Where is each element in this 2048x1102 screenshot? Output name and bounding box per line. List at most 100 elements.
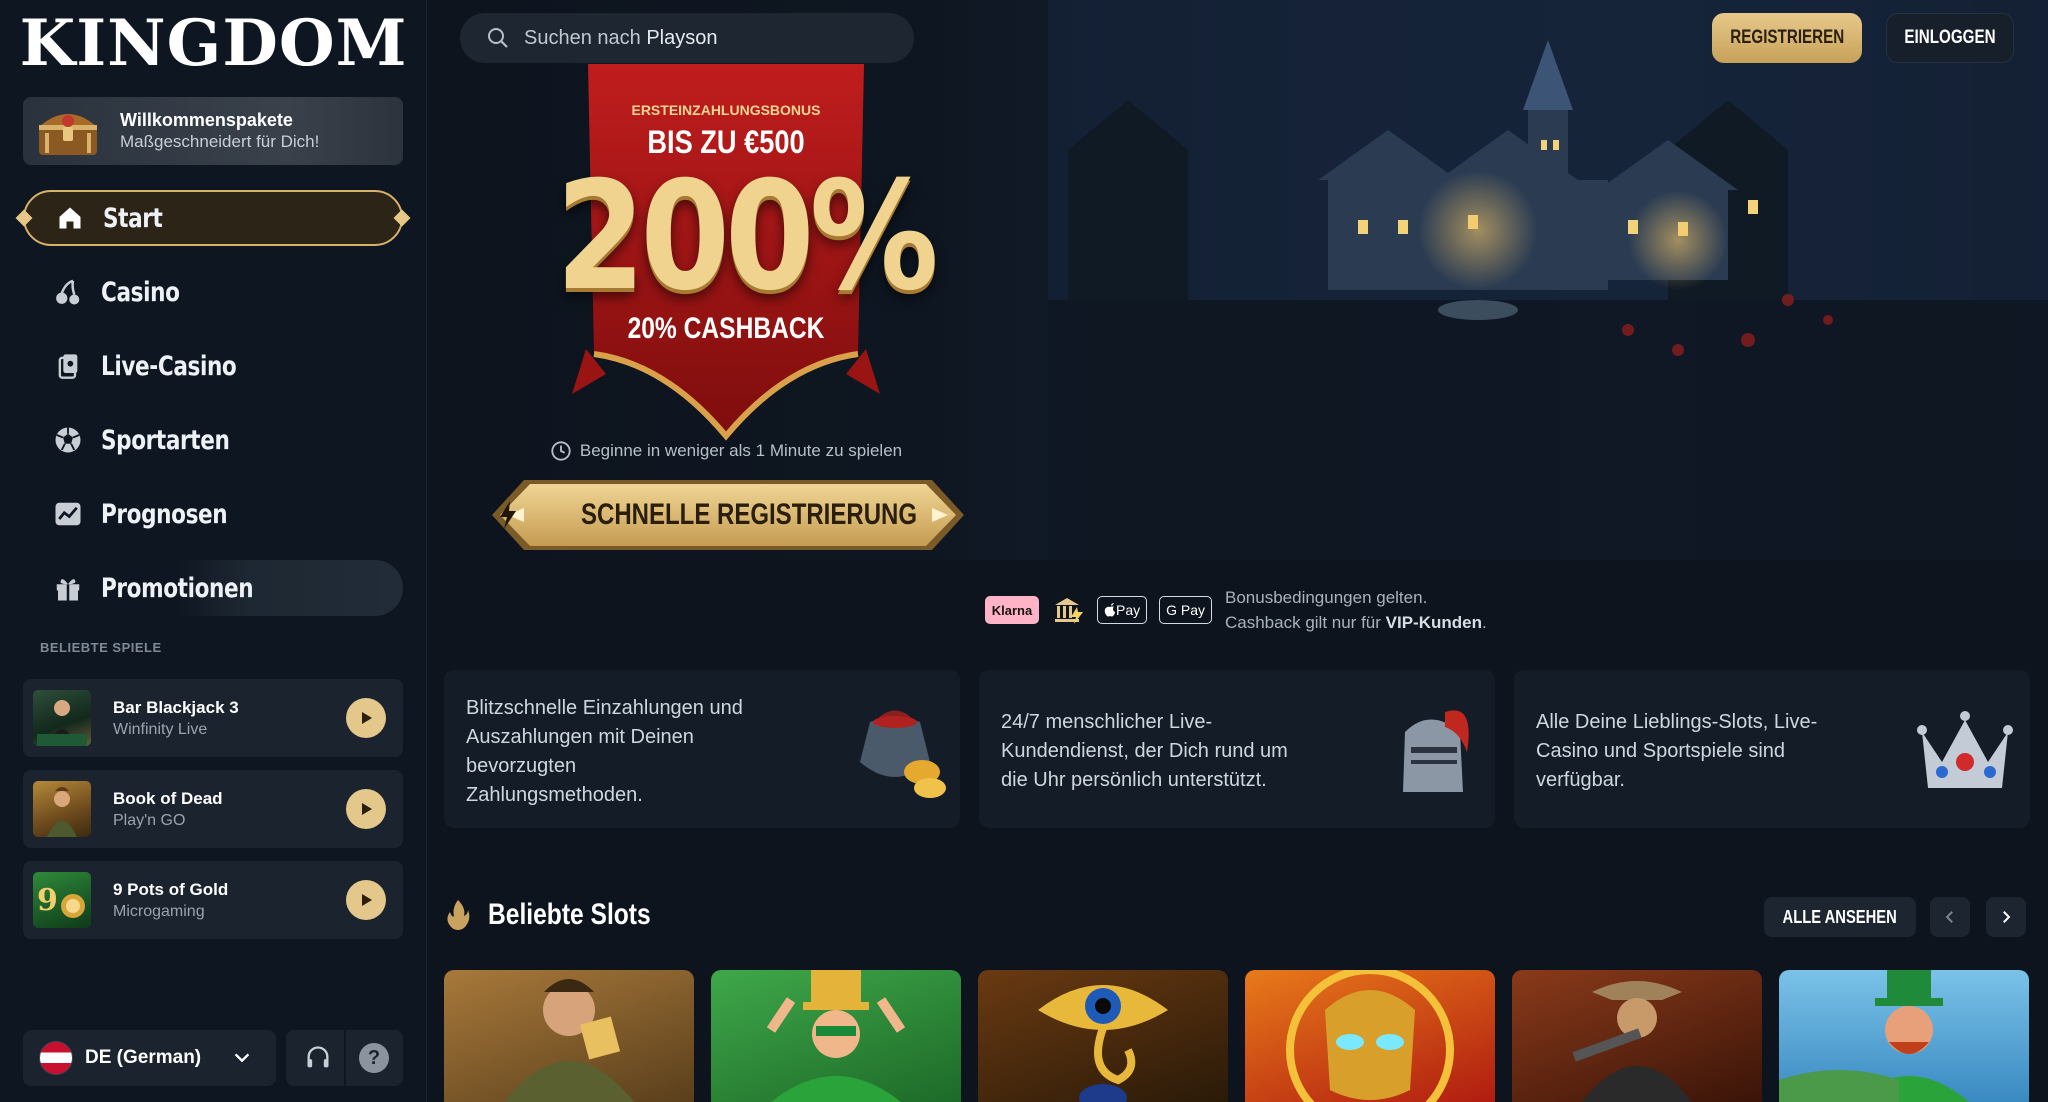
treasure-chest-icon — [39, 114, 97, 155]
view-all-button[interactable]: ALLE ANSEHEN — [1764, 897, 1916, 937]
slot-tile[interactable] — [978, 970, 1228, 1102]
klarna-logo: Klarna — [985, 596, 1039, 624]
start-time-text: Beginne in weniger als 1 Minute zu spiel… — [579, 441, 903, 460]
play-icon — [362, 894, 372, 906]
quick-register-button[interactable]: SCHNELLE REGISTRIERUNG — [488, 476, 968, 554]
chevron-down-icon — [234, 1053, 250, 1063]
slot-tile[interactable] — [711, 970, 961, 1102]
play-button[interactable] — [346, 698, 386, 738]
main-content: Suchen nach Playson REGISTRIEREN EINLOGG… — [428, 0, 2048, 1102]
chart-icon — [51, 497, 85, 531]
feature-card-support: 24/7 menschlicher Live- Kundendienst, der… — [979, 670, 1495, 828]
game-thumbnail — [33, 781, 91, 837]
help-icon[interactable]: ? — [359, 1043, 389, 1073]
register-button[interactable]: REGISTRIEREN — [1712, 13, 1862, 63]
popular-games-heading: BELIEBTE SPIELE — [40, 640, 162, 655]
game-title: Bar Blackjack 3 — [113, 698, 239, 717]
vip-link[interactable]: VIP-Kunden — [1386, 613, 1482, 632]
slot-artwork — [1572, 981, 1692, 1102]
slot-tile[interactable] — [1512, 970, 1762, 1102]
sidebar-item-promotions[interactable]: Promotionen — [23, 560, 403, 616]
slot-tile[interactable] — [444, 970, 694, 1102]
sidebar-item-casino[interactable]: Casino — [23, 264, 403, 320]
slots-prev-button[interactable] — [1930, 897, 1970, 937]
soccer-ball-icon — [51, 423, 85, 457]
language-label: DE (German) — [85, 1047, 202, 1068]
lightning-icon — [499, 501, 516, 529]
cherries-icon — [51, 275, 85, 309]
sidebar-item-label: Casino — [101, 276, 180, 308]
game-thumbnail — [33, 690, 91, 746]
instant-bank-icon — [1055, 598, 1083, 624]
slot-artwork — [1286, 970, 1454, 1102]
slot-tile[interactable] — [1779, 970, 2029, 1102]
support-controls: ? — [286, 1030, 403, 1086]
apple-pay-logo: Pay — [1097, 596, 1148, 624]
feature-text: Alle Deine Lieblings-Slots, Live- Casino … — [1536, 711, 1818, 791]
welcome-packages-banner[interactable]: Willkommenspakete Maßgeschneidert für Di… — [23, 97, 403, 165]
chevron-left-icon — [1945, 911, 1953, 923]
popular-game-card[interactable]: Book of Dead Play'n GO — [23, 770, 403, 848]
welcome-title: Willkommenspakete — [120, 110, 293, 130]
bonus-cashback: 20% CASHBACK — [627, 312, 825, 345]
crown-icon — [1917, 711, 2013, 788]
sidebar-item-label: Prognosen — [101, 498, 228, 530]
cards-icon — [51, 349, 85, 383]
bonus-percent: 200% — [555, 150, 939, 324]
sidebar: KINGDOM Willkommenspakete Maßgeschneider… — [0, 0, 427, 1102]
austria-flag-icon — [39, 1041, 73, 1075]
feature-text: Blitzschnelle Einzahlungen und Auszahlung… — [466, 697, 743, 806]
home-icon — [53, 201, 87, 235]
search-value: Playson — [646, 26, 718, 49]
bonus-label: ERSTEINZAHLUNGSBONUS — [631, 102, 821, 118]
sidebar-item-label: Sportarten — [101, 424, 230, 456]
play-button[interactable] — [346, 880, 386, 920]
apple-icon — [1104, 603, 1115, 617]
google-pay-logo: G Pay — [1159, 596, 1213, 624]
payment-methods: Klarna Pay G Pay — [985, 592, 1213, 628]
divider — [344, 1030, 346, 1086]
sidebar-item-sports[interactable]: Sportarten — [23, 412, 403, 468]
flame-icon — [447, 900, 470, 930]
game-thumbnail: 9 — [33, 872, 91, 928]
sidebar-item-live-casino[interactable]: Live-Casino — [23, 338, 403, 394]
chevron-right-icon — [2003, 911, 2011, 923]
sidebar-item-predictions[interactable]: Prognosen — [23, 486, 403, 542]
popular-slots-title: Beliebte Slots — [488, 898, 651, 931]
sidebar-item-label: Start — [103, 202, 163, 234]
feature-text: 24/7 menschlicher Live- Kundendienst, der… — [1001, 711, 1288, 791]
svg-text:9: 9 — [37, 883, 58, 918]
sidebar-item-label: Live-Casino — [101, 350, 237, 382]
slot-artwork — [504, 979, 634, 1102]
headset-icon[interactable] — [304, 1044, 332, 1072]
game-provider: Microgaming — [113, 903, 205, 920]
game-provider: Play'n GO — [113, 812, 186, 829]
gift-icon — [51, 571, 85, 605]
feature-card-payments: Blitzschnelle Einzahlungen und Auszahlung… — [444, 670, 960, 828]
sidebar-item-label: Promotionen — [101, 572, 254, 604]
slot-artwork — [1038, 985, 1168, 1102]
clock-icon — [551, 441, 571, 461]
game-title: 9 Pots of Gold — [113, 880, 229, 899]
search-placeholder: Suchen nach Playson — [524, 26, 718, 49]
feature-card-games: Alle Deine Lieblings-Slots, Live- Casino … — [1514, 670, 2030, 828]
bonus-terms: Bonusbedingungen gelten. Cashback gilt n… — [1225, 585, 1487, 635]
language-selector[interactable]: DE (German) — [23, 1030, 276, 1086]
kingdom-logo[interactable]: KINGDOM — [0, 6, 427, 81]
slots-next-button[interactable] — [1986, 897, 2026, 937]
search-input[interactable]: Suchen nach Playson — [460, 13, 914, 63]
terms-line-2: Cashback gilt nur für VIP-Kunden. — [1225, 613, 1487, 632]
knight-helmet-icon — [1403, 710, 1469, 792]
slot-artwork — [766, 970, 906, 1102]
play-button[interactable] — [346, 789, 386, 829]
money-bag-icon — [860, 710, 946, 798]
terms-line-1: Bonusbedingungen gelten. — [1225, 588, 1428, 607]
game-title: Book of Dead — [113, 789, 223, 808]
popular-game-card[interactable]: 9 9 Pots of Gold Microgaming — [23, 861, 403, 939]
slot-tile[interactable] — [1245, 970, 1495, 1102]
welcome-subtitle: Maßgeschneidert für Dich! — [120, 132, 320, 151]
slot-artwork — [1779, 970, 1969, 1102]
login-button[interactable]: EINLOGGEN — [1886, 13, 2014, 63]
popular-game-card[interactable]: Bar Blackjack 3 Winfinity Live — [23, 679, 403, 757]
sidebar-item-start[interactable]: Start — [23, 190, 403, 246]
